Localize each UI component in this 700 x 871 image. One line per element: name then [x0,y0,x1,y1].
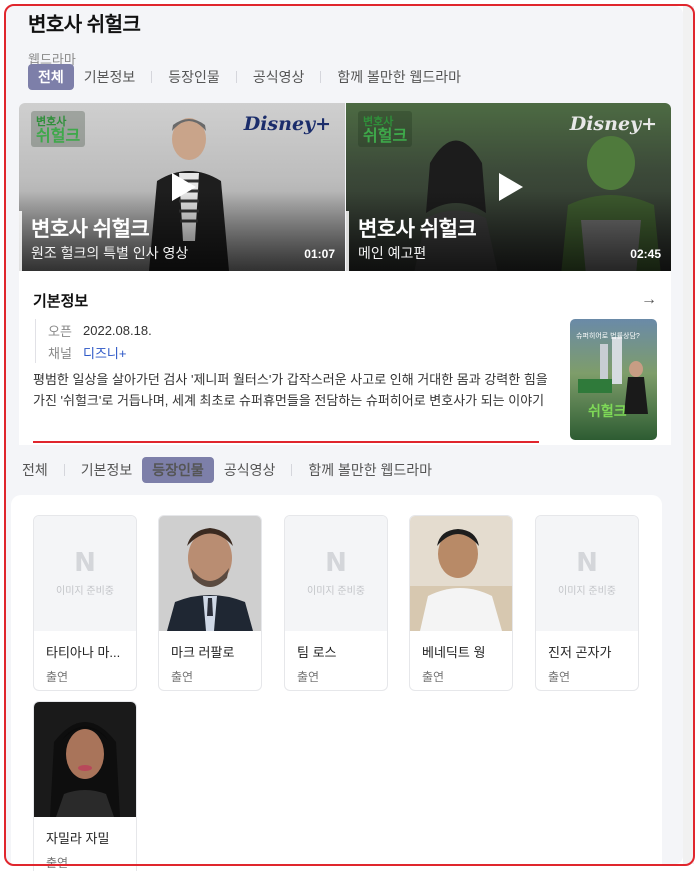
page-title: 변호사 쉬헐크 [28,14,141,36]
placeholder: N 이미지 준비중 [285,548,387,597]
video-logo: 변호사 쉬헐크 [358,111,413,147]
cast-role: 출연 [46,670,69,684]
video-subtitle: 메인 예고편 [358,245,427,261]
video-logo-big: 쉬헐크 [36,128,81,145]
placeholder-logo: N [325,548,347,578]
cast-photo-placeholder: N 이미지 준비중 [34,516,136,631]
cast-card[interactable]: N 이미지 준비중 진저 곤자가 출연 [535,515,639,691]
tab-related-dramas[interactable]: 함께 볼만한 웹드라마 [298,457,442,483]
cast-name: 팀 로스 [297,645,337,660]
placeholder: N 이미지 준비중 [536,548,638,597]
cast-role: 출연 [171,670,194,684]
poster-tagline: 슈퍼히어로 법률상담? [576,333,640,340]
video-strip: 변호사 쉬헐크 Disney+ 변호사 쉬헐크 원조 헐크의 특별 인사 영상 … [19,103,671,271]
tab-divider [235,71,237,83]
arrow-right-icon[interactable]: → [641,291,657,309]
info-open-date: 2022.08.18. [83,322,152,338]
video-card[interactable]: 변호사 쉬헐크 Disney+ 변호사 쉬헐크 원조 헐크의 특별 인사 영상 … [19,103,345,271]
video-logo: 변호사 쉬헐크 [31,111,86,147]
video-duration: 01:07 [304,247,335,261]
tab-official-video[interactable]: 공식영상 [214,457,286,483]
cast-photo [410,516,512,631]
tab-divider [320,71,322,83]
video-brand: Disney+ [243,113,331,135]
poster-image[interactable]: 슈퍼히어로 법률상담? 쉬헐크 [570,319,657,440]
cast-role: 출연 [46,856,69,870]
tab-official-video[interactable]: 공식영상 [243,64,315,90]
info-row-channel: 채널 디즈니+ [48,341,152,363]
highlight-underline [33,441,539,443]
man-portrait-icon [159,516,261,631]
basic-info-heading[interactable]: 기본정보 [33,290,88,311]
basic-info-card: 기본정보 → 오픈 2022.08.18. 채널 디즈니+ 평범한 일상을 살아… [19,271,671,445]
play-icon[interactable] [164,169,200,205]
cast-card[interactable]: N 이미지 준비중 팀 로스 출연 [284,515,388,691]
placeholder-text: 이미지 준비중 [558,586,616,597]
tab-basic-info[interactable]: 기본정보 [74,64,146,90]
video-logo-small: 변호사 [36,116,67,128]
tab-bar-top: 전체 기본정보 등장인물 공식영상 함께 볼만한 웹드라마 [28,64,471,90]
cast-name: 진저 곤자가 [548,645,612,660]
video-logo-big: 쉬헐크 [363,128,408,145]
cast-role: 출연 [297,670,320,684]
cast-name: 자밀라 자밀 [46,831,110,846]
placeholder-logo: N [74,548,96,578]
tab-cast[interactable]: 등장인물 [142,457,214,483]
video-logo-small: 변호사 [363,116,394,128]
cast-photo [159,516,261,631]
placeholder-text: 이미지 준비중 [56,586,114,597]
info-row-open: 오픈 2022.08.18. [48,319,152,341]
cast-name: 마크 러팔로 [171,645,235,660]
cast-photo-placeholder: N 이미지 준비중 [285,516,387,631]
cast-role: 출연 [422,670,445,684]
cast-name: 타티아나 마... [46,645,121,660]
placeholder-text: 이미지 준비중 [307,586,365,597]
cast-card[interactable]: 마크 러팔로 출연 [158,515,262,691]
video-subtitle: 원조 헐크의 특별 인사 영상 [31,245,189,261]
cast-name: 베네딕트 웡 [422,645,486,660]
scrollbar[interactable] [683,6,694,864]
woman-portrait-icon [34,702,136,817]
tab-related-dramas[interactable]: 함께 볼만한 웹드라마 [327,64,471,90]
video-accent-bar [19,211,22,271]
tab-bar-sticky: 전체 기본정보 등장인물 공식영상 함께 볼만한 웹드라마 [6,448,683,492]
cast-card[interactable]: 베네딕트 웡 출연 [409,515,513,691]
tab-all[interactable]: 전체 [12,457,58,483]
cast-role: 출연 [548,670,571,684]
tab-all[interactable]: 전체 [28,64,74,90]
page-header: 변호사 쉬헐크 웹드라마 [28,8,141,68]
cast-card[interactable]: 자밀라 자밀 출연 [33,701,137,871]
tab-basic-info[interactable]: 기본정보 [71,457,143,483]
synopsis-text: 평범한 일상을 살아가던 검사 '제니퍼 월터스'가 갑작스러운 사고로 인해 … [33,372,548,408]
cast-panel: N 이미지 준비중 타티아나 마... 출연 마크 러팔로 출연 N 이미지 준… [11,495,662,871]
tab-divider [151,71,153,83]
man-portrait-icon [410,516,512,631]
cast-photo-placeholder: N 이미지 준비중 [536,516,638,631]
play-icon[interactable] [491,169,527,205]
info-key: 오픈 [48,323,72,339]
tab-cast[interactable]: 등장인물 [158,64,230,90]
video-title: 변호사 쉬헐크 [358,218,477,241]
video-title: 변호사 쉬헐크 [31,218,150,241]
tab-divider [291,464,293,476]
channel-link[interactable]: 디즈니+ [83,343,126,362]
video-card[interactable]: 변호사 쉬헐크 Disney+ 변호사 쉬헐크 메인 예고편 02:45 [346,103,671,271]
video-brand: Disney+ [569,113,657,135]
tab-divider [63,464,65,476]
video-accent-bar [346,211,349,271]
poster-logo: 쉬헐크 [588,403,627,419]
video-duration: 02:45 [630,247,661,261]
placeholder-logo: N [576,548,598,578]
cast-card[interactable]: N 이미지 준비중 타티아나 마... 출연 [33,515,137,691]
info-key: 채널 [48,345,72,361]
placeholder: N 이미지 준비중 [34,548,136,597]
info-rows: 오픈 2022.08.18. 채널 디즈니+ [35,319,152,363]
cast-photo [34,702,136,817]
